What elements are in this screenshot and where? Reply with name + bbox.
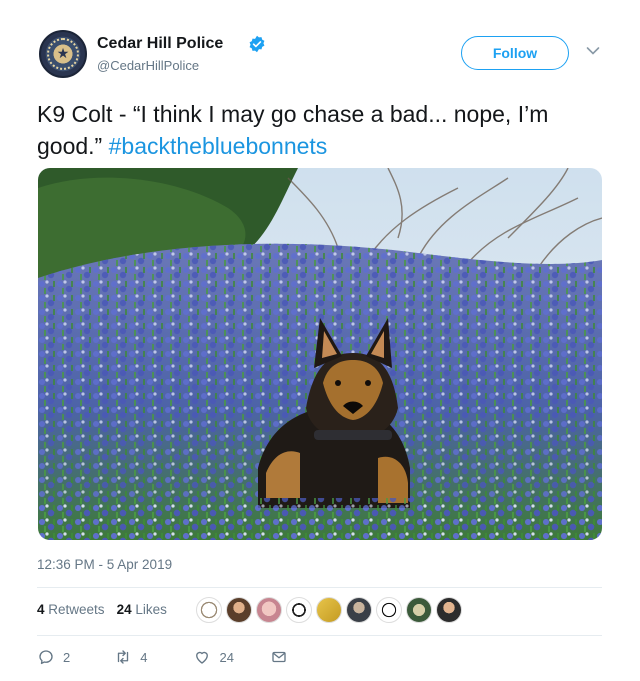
display-name[interactable]: Cedar Hill Police: [97, 35, 223, 53]
likes-count: 24: [116, 602, 132, 617]
liker-avatar[interactable]: [436, 597, 462, 623]
tweet-timestamp[interactable]: 12:36 PM - 5 Apr 2019: [37, 557, 172, 572]
retweet-button[interactable]: 4: [114, 648, 147, 666]
liker-avatar[interactable]: [346, 597, 372, 623]
chevron-down-icon[interactable]: [586, 46, 600, 56]
reply-button[interactable]: 2: [37, 648, 70, 666]
liker-avatar[interactable]: [316, 597, 342, 623]
reply-icon: [39, 650, 53, 665]
star-icon: ★: [56, 45, 70, 61]
retweet-icon: [118, 650, 129, 664]
likes-stat[interactable]: 24 Likes: [117, 602, 167, 617]
like-button[interactable]: 24: [193, 648, 234, 666]
direct-message-icon: [272, 651, 286, 663]
heart-icon: [196, 651, 209, 664]
tweet-card: ★ Cedar Hill Police @CedarHillPolice Fol…: [0, 0, 640, 681]
liker-avatar[interactable]: [406, 597, 432, 623]
liker-avatar[interactable]: [376, 597, 402, 623]
divider: [37, 635, 602, 636]
liker-avatar[interactable]: [286, 597, 312, 623]
hashtag-link[interactable]: #backthebluebonnets: [109, 133, 328, 159]
retweets-label: Retweets: [48, 602, 105, 617]
liker-avatar[interactable]: [226, 597, 252, 623]
direct-message-button[interactable]: [270, 648, 288, 666]
user-handle[interactable]: @CedarHillPolice: [97, 58, 199, 73]
follow-button[interactable]: Follow: [461, 36, 569, 70]
dog-in-bluebonnets-image: [38, 168, 602, 540]
verified-badge-icon: [249, 35, 265, 53]
reply-count: 2: [63, 649, 71, 665]
retweets-count: 4: [37, 602, 45, 617]
liker-avatar[interactable]: [256, 597, 282, 623]
engagement-stats: 4 Retweets 24 Likes: [37, 602, 167, 617]
tweet-photo[interactable]: [38, 168, 602, 540]
liker-avatar[interactable]: [196, 597, 222, 623]
like-count: 24: [219, 649, 234, 665]
divider: [37, 587, 602, 588]
liker-avatars: [196, 597, 462, 625]
retweets-stat[interactable]: 4 Retweets: [37, 602, 105, 617]
likes-label: Likes: [135, 602, 167, 617]
tweet-text: K9 Colt - “I think I may go chase a bad.…: [37, 98, 607, 162]
avatar[interactable]: ★: [39, 30, 87, 78]
retweet-count: 4: [140, 649, 148, 665]
action-bar: 2 4 24: [37, 648, 288, 666]
